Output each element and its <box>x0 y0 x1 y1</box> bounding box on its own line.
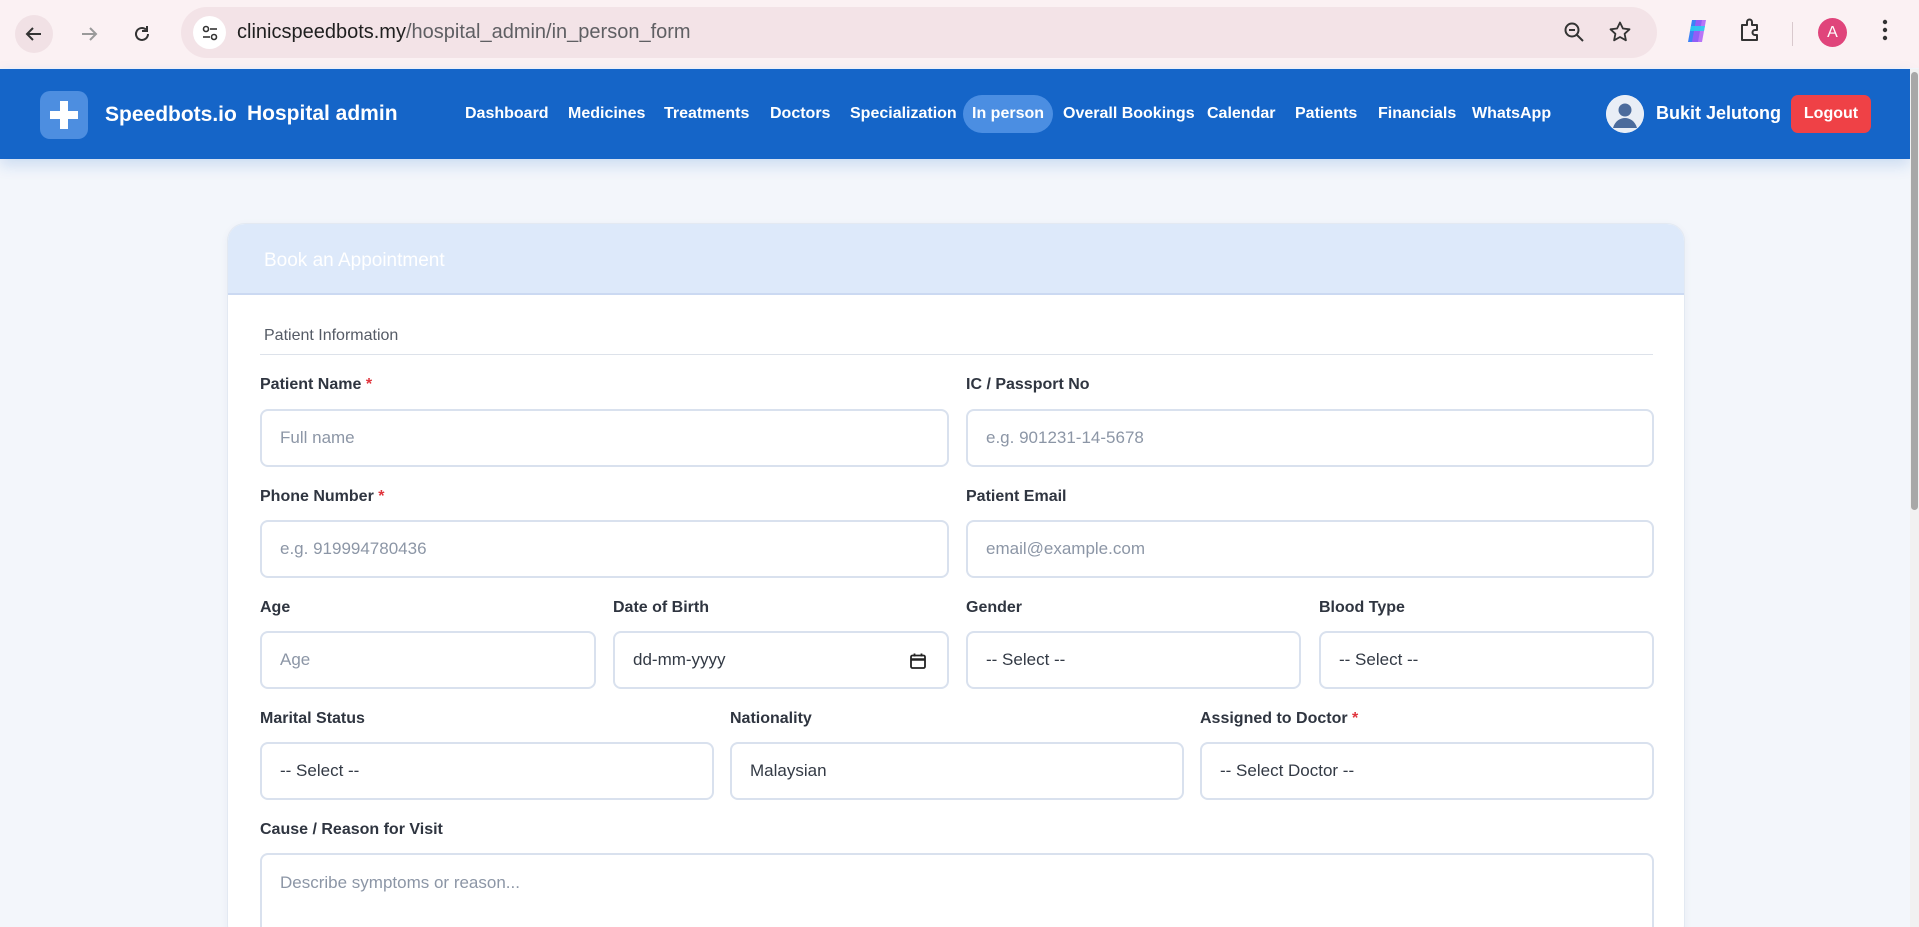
logout-button[interactable]: Logout <box>1791 95 1871 133</box>
age-placeholder: Age <box>280 650 311 669</box>
ic-passport-input[interactable]: e.g. 901231-14-5678 <box>966 409 1654 467</box>
nav-calendar[interactable]: Calendar <box>1198 95 1284 133</box>
email-label: Patient Email <box>966 488 1067 505</box>
gender-value: -- Select -- <box>986 650 1066 669</box>
zoom-icon[interactable] <box>1562 20 1586 44</box>
appointment-card: Book an Appointment Patient Information … <box>227 223 1685 927</box>
site-info-button[interactable] <box>193 16 226 49</box>
email-input[interactable]: email@example.com <box>966 520 1654 578</box>
marital-status-select[interactable]: -- Select -- <box>260 742 714 800</box>
section-divider <box>260 354 1653 355</box>
phone-label: Phone Number * <box>260 488 384 506</box>
phone-label-text: Phone Number <box>260 488 374 505</box>
dob-label: Date of Birth <box>613 599 709 616</box>
gender-select[interactable]: -- Select -- <box>966 631 1301 689</box>
reload-button[interactable] <box>123 15 161 53</box>
blood-type-value: -- Select -- <box>1339 650 1419 669</box>
extensions-icon[interactable] <box>1738 17 1764 43</box>
copilot-icon[interactable] <box>1683 17 1711 45</box>
phone-input[interactable]: e.g. 919994780436 <box>260 520 949 578</box>
patient-name-placeholder: Full name <box>280 428 355 447</box>
card-title: Book an Appointment <box>264 250 445 271</box>
dob-value: dd-mm-yyyy <box>633 650 726 669</box>
required-mark: * <box>365 376 373 393</box>
age-label: Age <box>260 599 291 616</box>
patient-name-label: Patient Name * <box>260 376 372 394</box>
app-navbar: Speedbots.io Hospital admin Dashboard Me… <box>0 69 1910 159</box>
dob-input[interactable]: dd-mm-yyyy <box>613 631 949 689</box>
nav-in-person[interactable]: In person <box>963 95 1054 133</box>
nationality-input[interactable]: Malaysian <box>730 742 1184 800</box>
arrow-left-icon <box>25 27 41 41</box>
nav-doctors[interactable]: Doctors <box>761 95 839 133</box>
reload-icon <box>135 26 149 41</box>
required-mark: * <box>378 488 385 505</box>
nav-treatments[interactable]: Treatments <box>655 95 758 133</box>
age-input[interactable]: Age <box>260 631 596 689</box>
user-avatar[interactable] <box>1606 95 1644 133</box>
blood-type-select[interactable]: -- Select -- <box>1319 631 1654 689</box>
user-name: Bukit Jelutong <box>1656 103 1781 123</box>
scrollbar-thumb[interactable] <box>1911 72 1918 510</box>
ic-passport-label: IC / Passport No <box>966 376 1090 393</box>
nav-financials[interactable]: Financials <box>1369 95 1465 133</box>
logo[interactable] <box>40 91 88 139</box>
nav-patients[interactable]: Patients <box>1286 95 1366 133</box>
app-subtitle: Hospital admin <box>247 102 398 125</box>
nationality-label: Nationality <box>730 710 812 727</box>
card-header: Book an Appointment <box>228 224 1684 295</box>
address-bar[interactable]: clinicspeedbots.my/hospital_admin/in_per… <box>181 7 1657 58</box>
profile-avatar[interactable]: A <box>1818 18 1847 47</box>
nav-medicines[interactable]: Medicines <box>559 95 654 133</box>
nav-whatsapp[interactable]: WhatsApp <box>1463 95 1560 133</box>
url-host: clinicspeedbots.my <box>237 21 406 43</box>
toolbar-divider <box>1792 22 1793 46</box>
url-text: clinicspeedbots.my/hospital_admin/in_per… <box>237 21 691 44</box>
patient-name-label-text: Patient Name <box>260 376 362 393</box>
arrow-right-icon <box>82 27 98 41</box>
nav-overall-bookings[interactable]: Overall Bookings <box>1054 95 1204 133</box>
section-title: Patient Information <box>264 327 399 344</box>
reason-placeholder: Describe symptoms or reason... <box>280 873 520 892</box>
marital-status-value: -- Select -- <box>280 761 360 780</box>
email-placeholder: email@example.com <box>986 539 1145 558</box>
url-path: /hospital_admin/in_person_form <box>405 21 691 43</box>
more-menu-icon[interactable] <box>1875 17 1895 43</box>
marital-status-label: Marital Status <box>260 710 365 727</box>
star-icon[interactable] <box>1608 20 1632 44</box>
doctor-label: Assigned to Doctor * <box>1200 710 1358 728</box>
browser-chrome: clinicspeedbots.my/hospital_admin/in_per… <box>0 0 1919 68</box>
tune-icon <box>202 25 217 40</box>
blood-type-label: Blood Type <box>1319 599 1405 616</box>
reason-label: Cause / Reason for Visit <box>260 821 443 838</box>
user-icon <box>1606 95 1644 133</box>
patient-name-input[interactable]: Full name <box>260 409 949 467</box>
forward-button[interactable] <box>70 15 108 53</box>
ic-passport-placeholder: e.g. 901231-14-5678 <box>986 428 1144 447</box>
nationality-value: Malaysian <box>750 761 827 780</box>
nav-specialization[interactable]: Specialization <box>841 95 966 133</box>
calendar-icon[interactable] <box>909 652 927 670</box>
doctor-label-text: Assigned to Doctor <box>1200 710 1348 727</box>
doctor-value: -- Select Doctor -- <box>1220 761 1355 780</box>
gender-label: Gender <box>966 599 1023 616</box>
nav-dashboard[interactable]: Dashboard <box>456 95 558 133</box>
brand-name: Speedbots.io <box>105 103 237 126</box>
doctor-select[interactable]: -- Select Doctor -- <box>1200 742 1654 800</box>
medical-cross-icon <box>50 101 78 129</box>
reason-textarea[interactable]: Describe symptoms or reason... <box>260 853 1654 927</box>
back-button[interactable] <box>15 15 53 53</box>
phone-placeholder: e.g. 919994780436 <box>280 539 427 558</box>
required-mark: * <box>1352 710 1359 727</box>
